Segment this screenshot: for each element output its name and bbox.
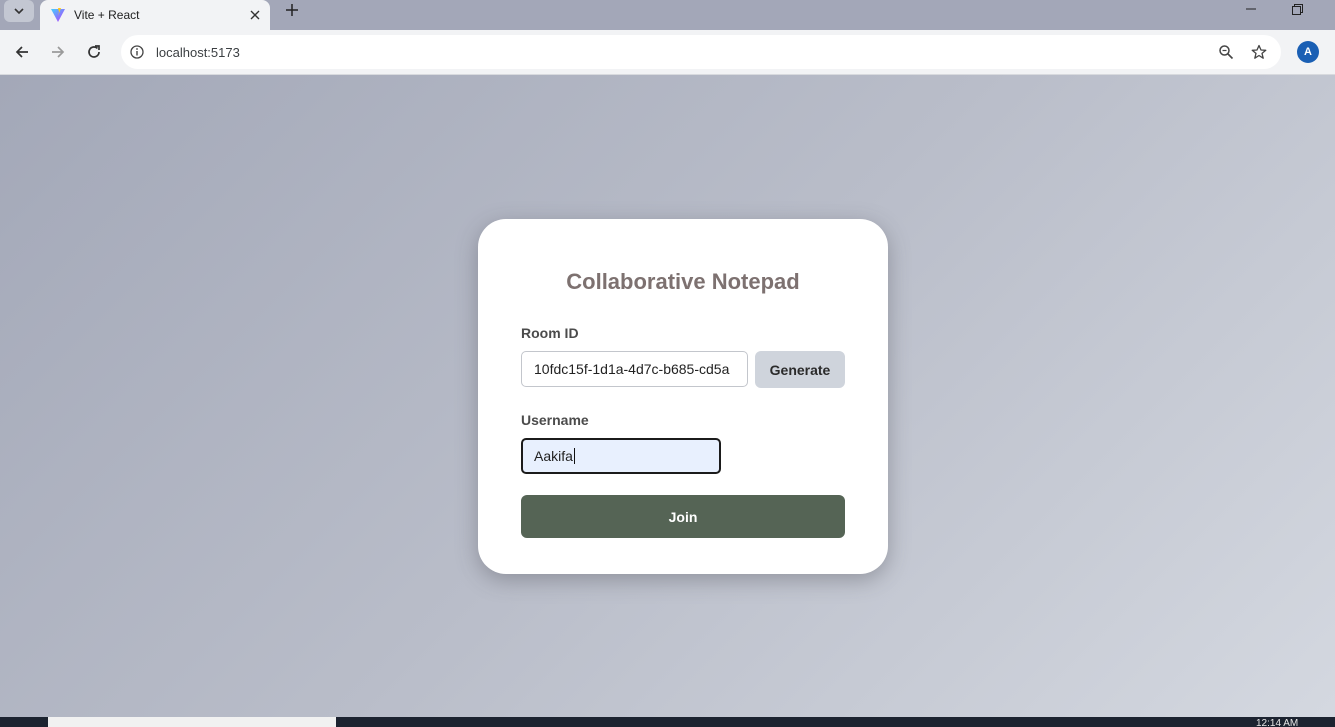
tab-search-button[interactable] xyxy=(4,0,34,22)
room-id-input[interactable]: 10fdc15f-1d1a-4d7c-b685-cd5a xyxy=(521,351,748,387)
browser-toolbar: localhost:5173 A xyxy=(0,30,1335,75)
username-value: Aakifa xyxy=(534,448,573,464)
join-button[interactable]: Join xyxy=(521,495,845,538)
username-label: Username xyxy=(521,412,589,428)
taskbar-search-box[interactable] xyxy=(48,717,336,727)
forward-arrow-icon xyxy=(52,46,65,58)
room-id-label: Room ID xyxy=(521,325,579,341)
address-bar[interactable]: localhost:5173 xyxy=(121,35,1281,69)
taskbar-clock: 12:14 AM xyxy=(1256,718,1299,727)
tab-strip: Vite + React xyxy=(0,0,1335,30)
bookmark-star-icon[interactable] xyxy=(1248,41,1270,63)
reload-icon xyxy=(88,45,100,58)
close-icon[interactable] xyxy=(246,6,264,24)
minimize-icon xyxy=(1246,8,1256,10)
plus-icon xyxy=(286,4,298,16)
back-arrow-icon xyxy=(15,46,28,58)
vite-logo-icon xyxy=(50,7,66,23)
zoom-icon[interactable] xyxy=(1215,41,1237,63)
page-background: Collaborative Notepad Room ID 10fdc15f-1… xyxy=(0,75,1335,717)
os-taskbar: 12:14 AM xyxy=(0,717,1335,727)
join-card: Collaborative Notepad Room ID 10fdc15f-1… xyxy=(478,219,888,574)
reload-button[interactable] xyxy=(80,38,108,66)
page-title: Collaborative Notepad xyxy=(566,269,800,294)
browser-tab[interactable]: Vite + React xyxy=(40,0,270,30)
new-tab-button[interactable] xyxy=(282,0,302,20)
tab-title: Vite + React xyxy=(74,8,140,22)
restore-button[interactable] xyxy=(1282,0,1312,18)
text-caret xyxy=(573,448,575,464)
site-info-icon[interactable] xyxy=(126,41,148,63)
url-text[interactable]: localhost:5173 xyxy=(156,45,1215,60)
generate-button[interactable]: Generate xyxy=(755,351,845,388)
back-button[interactable] xyxy=(8,38,36,66)
restore-icon xyxy=(1291,3,1303,15)
forward-button[interactable] xyxy=(44,38,72,66)
profile-avatar[interactable]: A xyxy=(1297,41,1319,63)
minimize-button[interactable] xyxy=(1236,0,1266,18)
room-id-value: 10fdc15f-1d1a-4d7c-b685-cd5a xyxy=(534,361,730,377)
chevron-down-icon xyxy=(14,8,24,15)
username-input[interactable]: Aakifa xyxy=(521,438,721,474)
